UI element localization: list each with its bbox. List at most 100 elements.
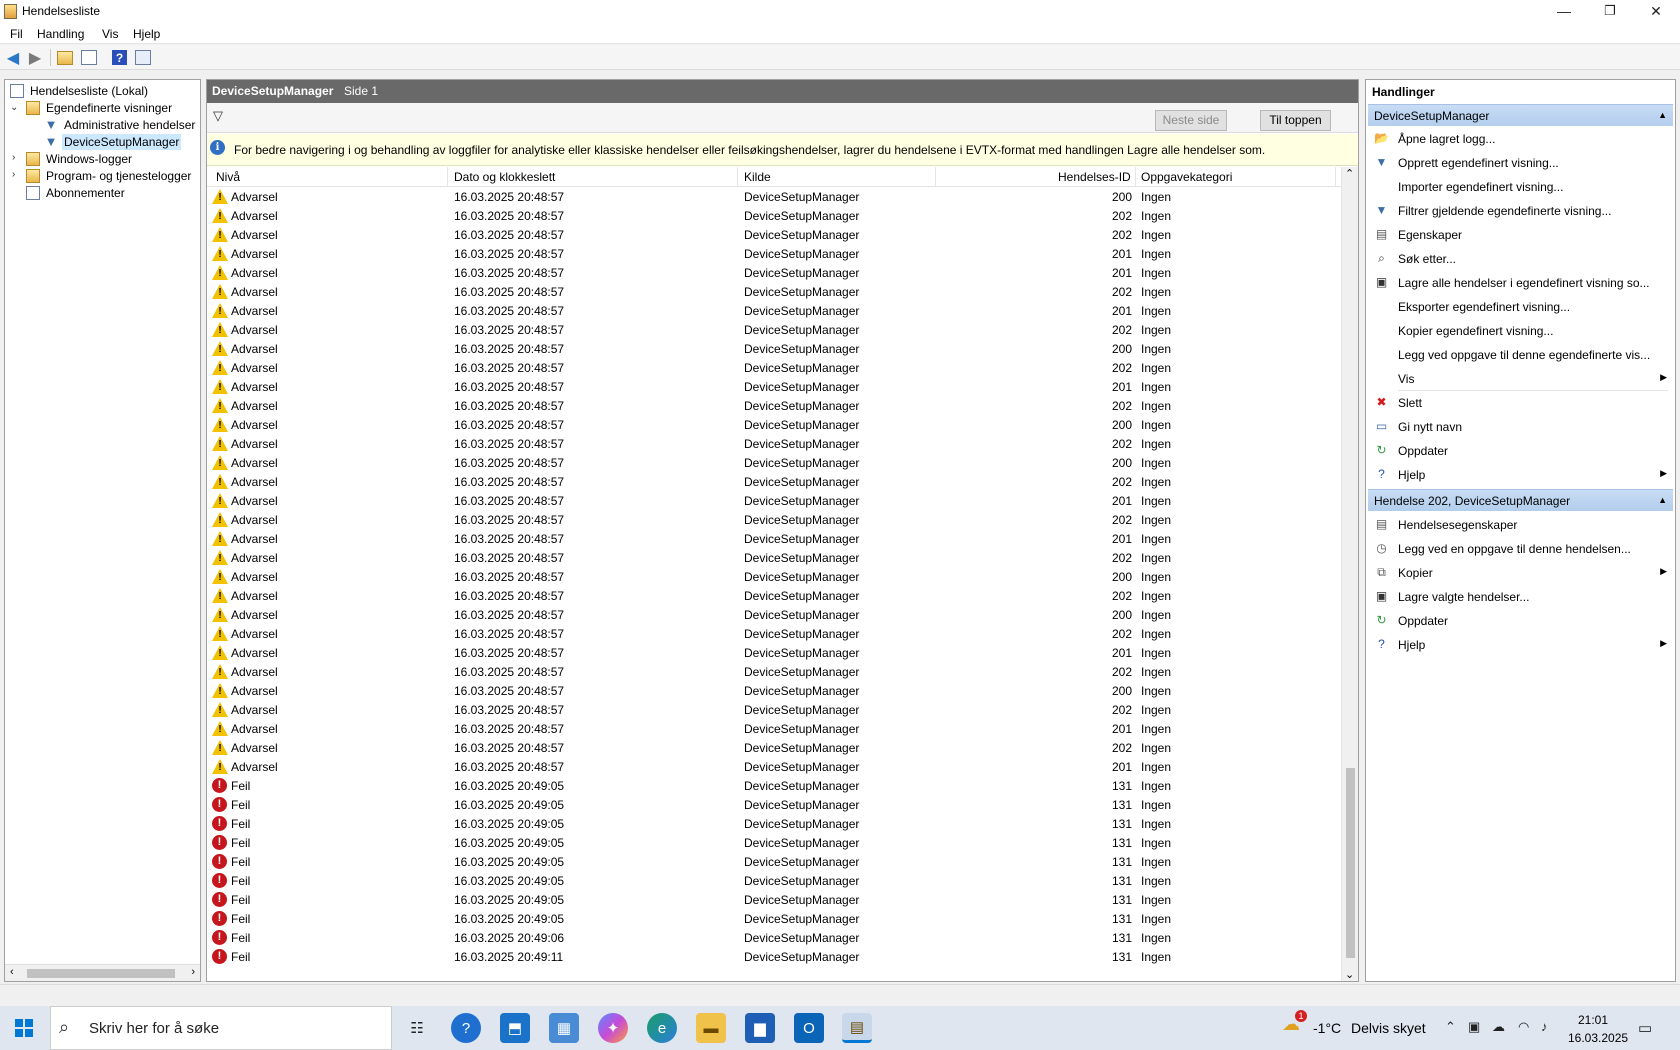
action-item[interactable]: ↻ Oppdater <box>1368 439 1673 462</box>
event-row[interactable]: ! Feil 16.03.2025 20:49:05 DeviceSetupManag… <box>207 910 1341 929</box>
onedrive-icon[interactable]: ☁ <box>1492 1019 1505 1035</box>
notifications-icon[interactable]: ▭ <box>1638 1019 1652 1037</box>
scroll-down-icon[interactable]: ⌄ <box>1345 968 1354 981</box>
event-row[interactable]: ! Advarsel 16.03.2025 20:48:57 DeviceSetupM… <box>207 473 1341 492</box>
menu-file[interactable]: Fil <box>10 27 23 41</box>
column-task-category[interactable]: Oppgavekategori <box>1141 170 1232 184</box>
start-button[interactable] <box>0 1006 48 1050</box>
outlook-icon[interactable]: O <box>794 1013 824 1043</box>
collapse-icon[interactable]: ▲ <box>1658 495 1667 505</box>
event-row[interactable]: ! Feil 16.03.2025 20:49:05 DeviceSetupManag… <box>207 853 1341 872</box>
action-item[interactable]: ▼ Filtrer gjeldende egendefinerte visning… <box>1368 199 1673 222</box>
tree-item-subscriptions[interactable]: Abonnementer <box>26 184 127 202</box>
event-viewer-taskbar-icon[interactable]: ▤ <box>842 1013 872 1043</box>
event-row[interactable]: ! Advarsel 16.03.2025 20:48:57 DeviceSetupM… <box>207 302 1341 321</box>
event-row[interactable]: ! Advarsel 16.03.2025 20:48:57 DeviceSetupM… <box>207 454 1341 473</box>
action-item[interactable]: ◷ Legg ved en oppgave til denne hendelsen… <box>1368 537 1673 560</box>
taskbar-search-box[interactable]: ⌕ Skriv her for å søke <box>50 1006 392 1050</box>
event-row[interactable]: ! Advarsel 16.03.2025 20:48:57 DeviceSetupM… <box>207 568 1341 587</box>
tree-item-windows-logs[interactable]: Windows-logger <box>26 150 134 168</box>
event-row[interactable]: ! Advarsel 16.03.2025 20:48:57 DeviceSetupM… <box>207 264 1341 283</box>
event-row[interactable]: ! Advarsel 16.03.2025 20:48:57 DeviceSetupM… <box>207 245 1341 264</box>
get-help-icon[interactable]: ? <box>451 1013 481 1043</box>
action-item[interactable]: Kopier egendefinert visning... <box>1368 319 1673 342</box>
close-button[interactable]: ✕ <box>1633 0 1679 24</box>
event-row[interactable]: ! Advarsel 16.03.2025 20:48:57 DeviceSetupM… <box>207 739 1341 758</box>
event-row[interactable]: ! Feil 16.03.2025 20:49:05 DeviceSetupManag… <box>207 777 1341 796</box>
event-row[interactable]: ! Feil 16.03.2025 20:49:11 DeviceSetupManag… <box>207 948 1341 967</box>
event-row[interactable]: ! Advarsel 16.03.2025 20:48:57 DeviceSetupM… <box>207 435 1341 454</box>
action-item[interactable]: ↻ Oppdater <box>1368 609 1673 632</box>
column-separator[interactable] <box>1135 167 1136 187</box>
action-item[interactable]: ▼ Opprett egendefinert visning... <box>1368 151 1673 174</box>
event-row[interactable]: ! Advarsel 16.03.2025 20:48:57 DeviceSetupM… <box>207 283 1341 302</box>
event-row[interactable]: ! Feil 16.03.2025 20:49:05 DeviceSetupManag… <box>207 815 1341 834</box>
clock-time[interactable]: 21:01 <box>1578 1013 1608 1027</box>
action-item[interactable]: Importer egendefinert visning... <box>1368 175 1673 198</box>
show-hide-tree-icon[interactable] <box>81 50 97 65</box>
file-explorer-icon[interactable]: ▬ <box>696 1013 726 1043</box>
chevron-right-icon[interactable]: › <box>12 169 15 180</box>
event-row[interactable]: ! Feil 16.03.2025 20:49:05 DeviceSetupManag… <box>207 891 1341 910</box>
tree-item-custom-views[interactable]: Egendefinerte visninger <box>26 99 174 117</box>
event-row[interactable]: ! Advarsel 16.03.2025 20:48:57 DeviceSetupM… <box>207 530 1341 549</box>
meet-now-icon[interactable]: ▣ <box>1468 1019 1480 1035</box>
event-row[interactable]: ! Advarsel 16.03.2025 20:48:57 DeviceSetupM… <box>207 492 1341 511</box>
column-separator[interactable] <box>447 167 448 187</box>
column-separator[interactable] <box>935 167 936 187</box>
event-row[interactable]: ! Advarsel 16.03.2025 20:48:57 DeviceSetupM… <box>207 644 1341 663</box>
action-item[interactable]: ▤ Hendelsesegenskaper <box>1368 513 1673 536</box>
desktop-app-icon[interactable]: ▆ <box>745 1013 775 1043</box>
event-row[interactable]: ! Advarsel 16.03.2025 20:48:57 DeviceSetupM… <box>207 663 1341 682</box>
chevron-right-icon[interactable]: › <box>12 152 15 163</box>
event-row[interactable]: ! Advarsel 16.03.2025 20:48:57 DeviceSetupM… <box>207 758 1341 777</box>
action-item[interactable]: ▣ Lagre alle hendelser i egendefinert vis… <box>1368 271 1673 294</box>
action-item[interactable]: ? Hjelp ▶ <box>1368 463 1673 486</box>
event-row[interactable]: ! Advarsel 16.03.2025 20:48:57 DeviceSetupM… <box>207 625 1341 644</box>
tree-item-devicesetupmanager[interactable]: ▼ DeviceSetupManager <box>44 133 182 151</box>
weather-temperature[interactable]: -1°C <box>1313 1020 1341 1036</box>
scroll-right-icon[interactable]: › <box>191 966 195 978</box>
event-row[interactable]: ! Advarsel 16.03.2025 20:48:57 DeviceSetupM… <box>207 682 1341 701</box>
event-row[interactable]: ! Feil 16.03.2025 20:49:05 DeviceSetupManag… <box>207 872 1341 891</box>
task-view-icon[interactable]: ☷ <box>402 1013 432 1043</box>
menu-help[interactable]: Hjelp <box>133 27 160 41</box>
restore-button[interactable]: ❐ <box>1587 0 1633 24</box>
scrollbar-thumb[interactable] <box>27 969 175 978</box>
event-row[interactable]: ! Advarsel 16.03.2025 20:48:57 DeviceSetupM… <box>207 701 1341 720</box>
event-row[interactable]: ! Advarsel 16.03.2025 20:48:57 DeviceSetupM… <box>207 606 1341 625</box>
column-event-id[interactable]: Hendelses-ID <box>1058 170 1131 184</box>
collapse-icon[interactable]: ▲ <box>1658 110 1667 120</box>
tree-item-root[interactable]: Hendelsesliste (Lokal) <box>10 82 150 100</box>
actions-section-event[interactable]: Hendelse 202, DeviceSetupManager ▲ <box>1368 489 1673 511</box>
column-level[interactable]: Nivå <box>216 170 240 184</box>
menu-view[interactable]: Vis <box>102 27 118 41</box>
event-row[interactable]: ! Advarsel 16.03.2025 20:48:57 DeviceSetupM… <box>207 416 1341 435</box>
to-top-button[interactable]: Til toppen <box>1260 110 1331 131</box>
scroll-left-icon[interactable]: ‹ <box>10 966 14 978</box>
column-separator[interactable] <box>737 167 738 187</box>
action-item[interactable]: ▣ Lagre valgte hendelser... <box>1368 585 1673 608</box>
event-row[interactable]: ! Advarsel 16.03.2025 20:48:57 DeviceSetupM… <box>207 207 1341 226</box>
action-item[interactable]: ⌕ Søk etter... <box>1368 247 1673 270</box>
menu-action[interactable]: Handling <box>37 27 84 41</box>
tree-item-app-service-logs[interactable]: Program- og tjenestelogger <box>26 167 193 185</box>
event-row[interactable]: ! Advarsel 16.03.2025 20:48:57 DeviceSetupM… <box>207 378 1341 397</box>
column-datetime[interactable]: Dato og klokkeslett <box>454 170 555 184</box>
event-row[interactable]: ! Advarsel 16.03.2025 20:48:57 DeviceSetupM… <box>207 226 1341 245</box>
volume-icon[interactable]: ♪ <box>1541 1019 1548 1034</box>
back-arrow-icon[interactable]: ◀ <box>4 49 22 67</box>
action-item[interactable]: ▤ Egenskaper <box>1368 223 1673 246</box>
scrollbar-thumb[interactable] <box>1346 768 1355 958</box>
action-item[interactable]: ⧉ Kopier ▶ <box>1368 561 1673 584</box>
event-row[interactable]: ! Advarsel 16.03.2025 20:48:57 DeviceSetupM… <box>207 359 1341 378</box>
event-list-vertical-scrollbar[interactable]: ⌃ ⌄ <box>1341 167 1358 981</box>
minimize-button[interactable]: — <box>1541 0 1587 24</box>
action-item[interactable]: 📂 Åpne lagret logg... <box>1368 127 1673 150</box>
action-item[interactable]: Eksporter egendefinert visning... <box>1368 295 1673 318</box>
event-row[interactable]: ! Feil 16.03.2025 20:49:05 DeviceSetupManag… <box>207 834 1341 853</box>
event-row[interactable]: ! Advarsel 16.03.2025 20:48:57 DeviceSetupM… <box>207 587 1341 606</box>
column-separator[interactable] <box>1335 167 1336 187</box>
weather-description[interactable]: Delvis skyet <box>1351 1020 1426 1036</box>
forward-arrow-icon[interactable]: ▶ <box>26 49 44 67</box>
